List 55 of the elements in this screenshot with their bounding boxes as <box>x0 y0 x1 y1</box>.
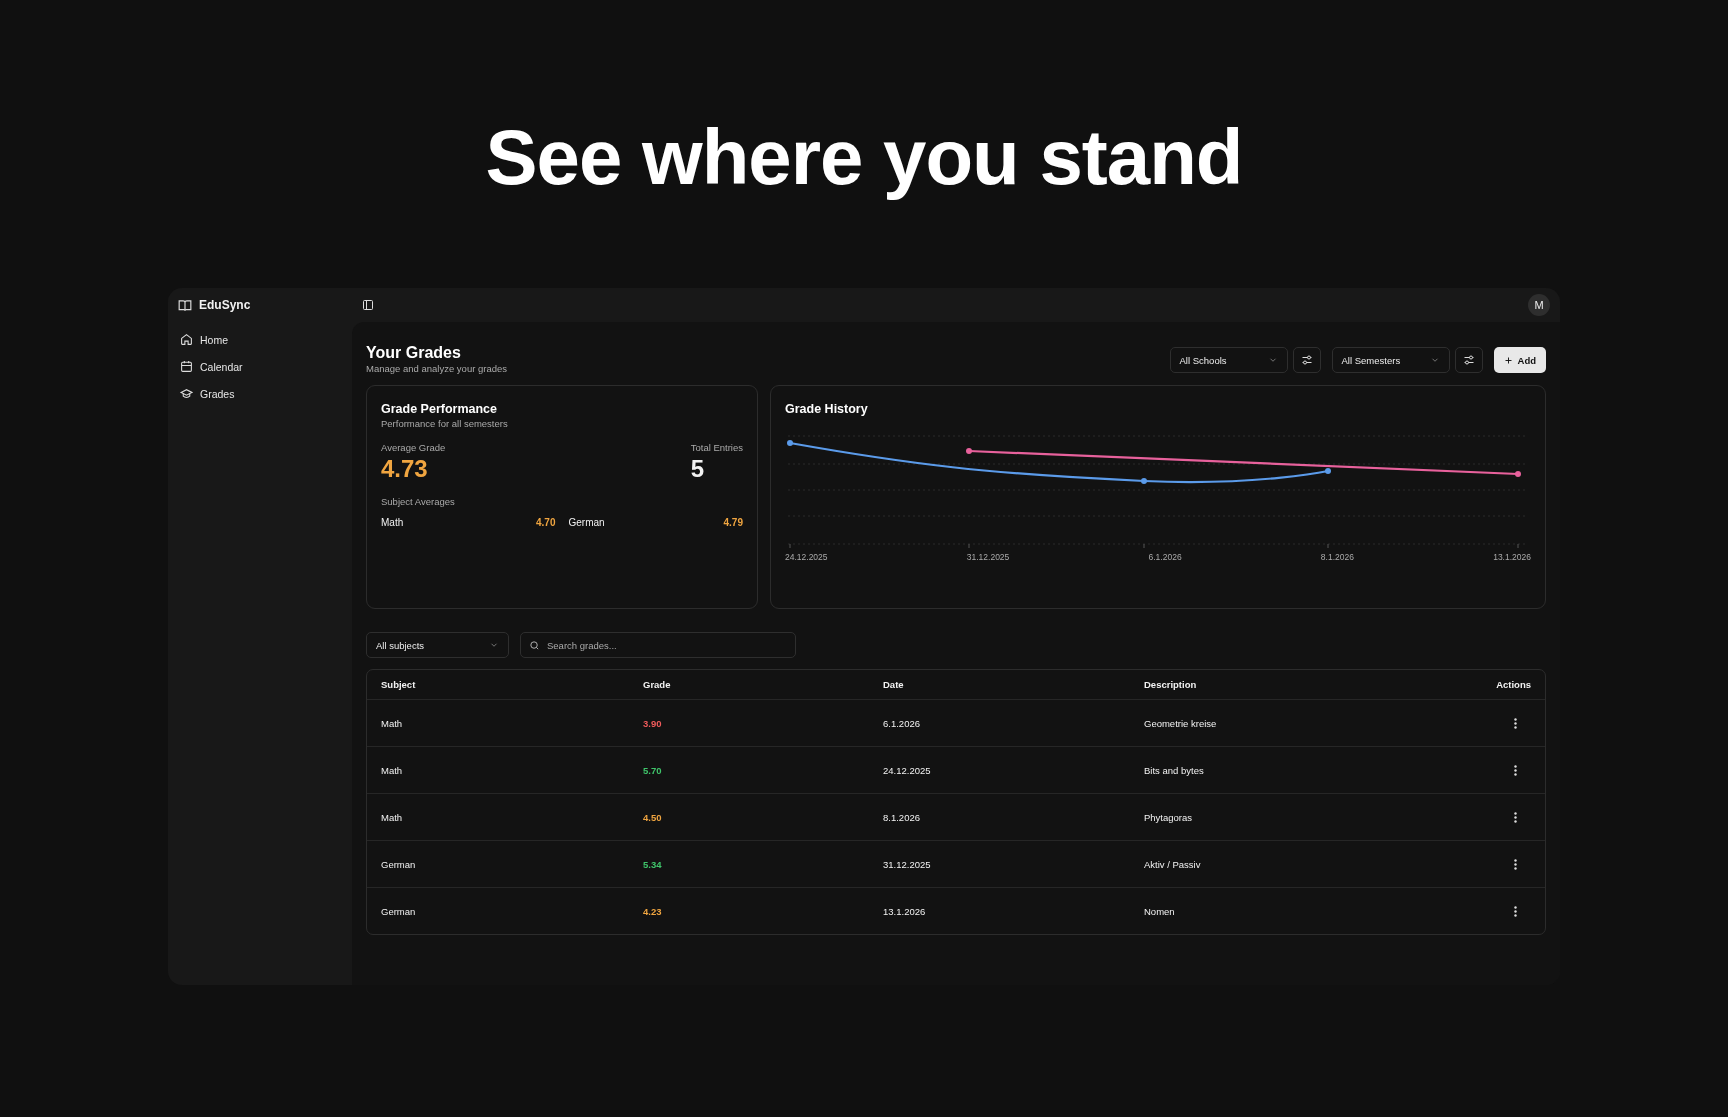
total-entries: 5 <box>690 455 706 483</box>
column-header: Date <box>883 679 905 690</box>
sidebar-item[interactable]: Home <box>178 328 342 351</box>
axis-label: 24.12.2025 <box>785 552 828 562</box>
description-cell-text: Nomen <box>1144 905 1176 917</box>
date-cell-text: 24.12.2025 <box>883 764 932 776</box>
subject-name: Math <box>381 517 404 528</box>
description-cell-text: Phytagoras <box>1144 811 1194 823</box>
average-grade: 4.73 <box>381 455 429 483</box>
average-label: Average Grade <box>381 442 446 453</box>
description-cell-text: Aktiv / Passiv <box>1144 858 1202 870</box>
subject-average: 4.79 <box>723 517 743 528</box>
subject-cell-text: Math <box>381 764 404 776</box>
column-header: Description <box>1144 679 1198 690</box>
card-subtitle: Performance for all semesters <box>381 418 509 429</box>
axis-label: 8.1.2026 <box>1320 552 1354 562</box>
date-cell-text: 6.1.2026 <box>883 717 921 729</box>
column-header: Subject <box>381 679 417 690</box>
total-label: Total Entries <box>690 442 743 453</box>
description-cell-text: Geometrie kreise <box>1144 717 1218 729</box>
grade-cell: 3.90 <box>643 717 662 729</box>
page-title: Your Grades <box>366 344 462 362</box>
subject-name: German <box>568 517 605 528</box>
school-dropdown[interactable]: All Schools <box>1169 347 1288 373</box>
subject-averages-label: Subject Averages <box>381 496 456 507</box>
app-name: EduSync <box>199 298 251 312</box>
subject-average: 4.70 <box>536 517 556 528</box>
grade-cell: 4.23 <box>643 905 662 917</box>
page-subtitle: Manage and analyze your grades <box>366 363 507 374</box>
card-title: Grade History <box>785 402 869 416</box>
sidebar-item[interactable]: Grades <box>178 382 342 405</box>
axis-label: 31.12.2025 <box>966 552 1010 562</box>
user-avatar[interactable]: M <box>1528 294 1550 316</box>
description-cell-text: Bits and bytes <box>1144 764 1205 776</box>
grade-cell: 4.50 <box>643 811 662 823</box>
column-header: Grade <box>643 679 672 690</box>
column-header: Actions <box>1495 679 1531 690</box>
semester-dropdown[interactable]: All Semesters <box>1331 347 1450 373</box>
date-cell-text: 13.1.2026 <box>883 905 927 917</box>
grade-cell: 5.70 <box>643 764 662 776</box>
headline: See where you stand <box>485 112 1243 203</box>
subject-dropdown[interactable]: All subjects <box>366 632 509 658</box>
date-cell-text: 31.12.2025 <box>883 858 932 870</box>
sidebar-item[interactable]: Calendar <box>178 355 342 378</box>
card-title: Grade Performance <box>381 402 499 416</box>
subject-cell-text: Math <box>381 811 404 823</box>
search-field[interactable]: Search grades... <box>520 632 796 658</box>
add-button[interactable]: Add <box>1493 347 1546 373</box>
axis-label: 13.1.2026 <box>1493 552 1531 562</box>
subject-cell-text: Math <box>381 717 404 729</box>
grade-cell: 5.34 <box>643 858 662 870</box>
date-cell-text: 8.1.2026 <box>883 811 921 823</box>
subject-cell-text: German <box>381 905 417 917</box>
subject-cell-text: German <box>381 858 417 870</box>
axis-label: 6.1.2026 <box>1148 552 1182 562</box>
